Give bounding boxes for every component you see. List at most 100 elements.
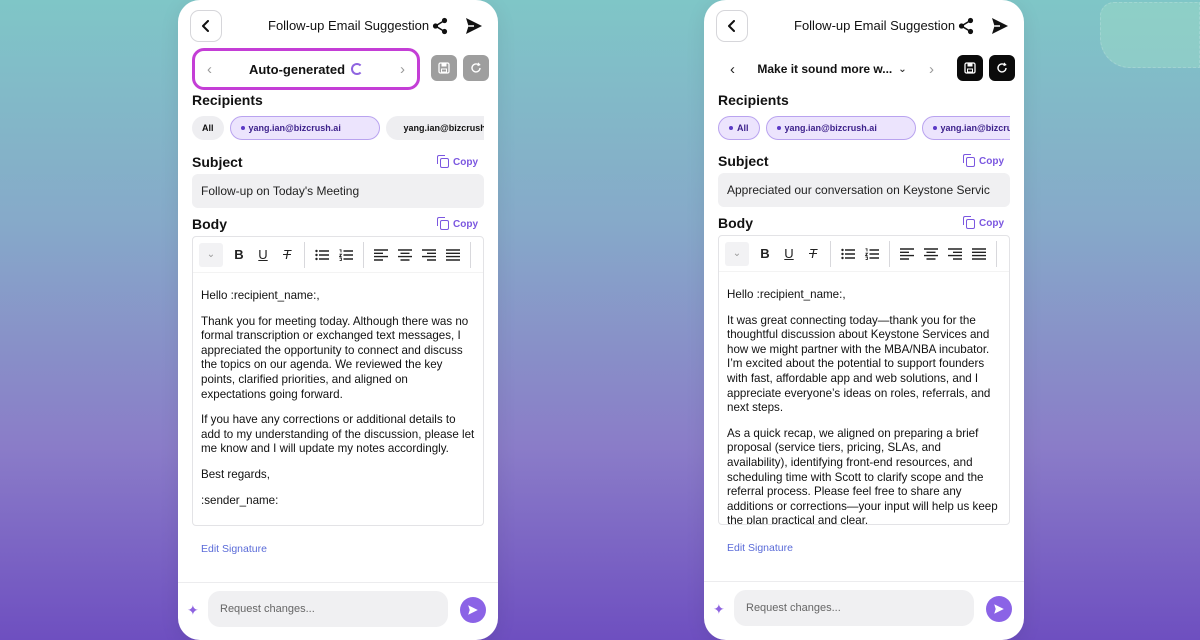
body-editor[interactable]: ⌄ B U T Hello :recipient_name:, It was g… bbox=[718, 235, 1010, 525]
body-title: Body bbox=[192, 216, 227, 232]
refresh-icon bbox=[471, 62, 481, 73]
subject-title: Subject bbox=[718, 153, 769, 169]
chevron-left-icon bbox=[728, 20, 735, 32]
underline-icon[interactable]: U bbox=[777, 242, 801, 266]
edit-signature-link[interactable]: Edit Signature bbox=[727, 542, 793, 554]
chevron-down-icon[interactable]: ⌄ bbox=[898, 64, 906, 75]
copy-subject-button[interactable]: Copy bbox=[963, 153, 1004, 167]
chevron-left-icon bbox=[202, 20, 209, 32]
bold-icon[interactable]: B bbox=[227, 243, 251, 267]
bullet-list-icon[interactable] bbox=[310, 243, 334, 267]
request-changes-input[interactable]: Request changes... bbox=[208, 591, 448, 627]
spinner-icon bbox=[351, 63, 364, 75]
copy-icon bbox=[963, 215, 975, 229]
recipient-chip-all[interactable]: All bbox=[718, 116, 760, 140]
body-title: Body bbox=[718, 215, 753, 231]
copy-body-button[interactable]: Copy bbox=[437, 216, 478, 230]
copy-icon bbox=[437, 216, 449, 230]
chevron-right-icon[interactable]: › bbox=[400, 61, 405, 78]
format-toolbar: ⌄ B U T bbox=[719, 236, 1009, 272]
recipient-chip[interactable]: yang.ian@bizcrush.ai bbox=[229, 116, 380, 140]
header: Follow-up Email Suggestion bbox=[704, 0, 1024, 52]
align-left-icon[interactable] bbox=[895, 242, 919, 266]
copy-icon bbox=[437, 154, 449, 168]
sparkle-icon: ✦ bbox=[713, 601, 725, 617]
clear-format-icon[interactable]: T bbox=[801, 242, 825, 266]
page-title: Follow-up Email Suggestion bbox=[268, 18, 430, 33]
body-content[interactable]: Hello :recipient_name:, Thank you for me… bbox=[193, 273, 483, 525]
recipients-title: Recipients bbox=[192, 92, 263, 108]
body-paragraph: It was great connecting today—thank you … bbox=[727, 313, 991, 415]
format-toolbar: ⌄ B U T bbox=[193, 237, 483, 273]
send-request-button[interactable] bbox=[986, 596, 1012, 622]
save-button[interactable] bbox=[957, 55, 983, 81]
clear-format-icon[interactable]: T bbox=[275, 243, 299, 267]
save-button[interactable] bbox=[431, 55, 457, 81]
body-paragraph: If you have any corrections or additiona… bbox=[201, 413, 475, 456]
send-icon[interactable] bbox=[464, 16, 484, 36]
suggestion-selector[interactable]: ‹ Make it sound more w... ⌄ › bbox=[718, 48, 946, 90]
send-request-button[interactable] bbox=[460, 597, 486, 623]
body-paragraph: Best regards, bbox=[201, 467, 270, 481]
recipient-chip[interactable]: yang.ian@bizcru bbox=[921, 116, 1010, 140]
send-icon bbox=[468, 605, 478, 615]
justify-icon[interactable] bbox=[967, 242, 991, 266]
phone-screen-revised: Follow-up Email Suggestion ‹ Make it sou… bbox=[704, 0, 1024, 640]
numbered-list-icon[interactable] bbox=[860, 242, 884, 266]
copy-icon bbox=[963, 153, 975, 167]
save-icon bbox=[964, 62, 976, 74]
phone-screen-auto-generated: Follow-up Email Suggestion ‹ Auto-genera… bbox=[178, 0, 498, 640]
recipient-chips: All yang.ian@bizcrush.ai yang.ian@bizcru bbox=[718, 116, 1010, 140]
body-paragraph: Hello :recipient_name:, bbox=[727, 288, 846, 301]
selector-label: Auto-generated bbox=[248, 61, 346, 77]
send-icon bbox=[994, 604, 1004, 614]
recipients-title: Recipients bbox=[718, 92, 789, 108]
recipient-chip-all[interactable]: All bbox=[192, 116, 224, 140]
subject-field[interactable]: Appreciated our conversation on Keystone… bbox=[718, 173, 1010, 207]
align-center-icon[interactable] bbox=[393, 243, 417, 267]
justify-icon[interactable] bbox=[441, 243, 465, 267]
share-icon[interactable] bbox=[958, 17, 974, 35]
suggestion-selector[interactable]: ‹ Auto-generated › bbox=[192, 48, 420, 90]
share-icon[interactable] bbox=[432, 17, 448, 35]
regenerate-button[interactable] bbox=[989, 55, 1015, 81]
chevron-left-icon[interactable]: ‹ bbox=[207, 61, 212, 78]
refresh-icon bbox=[997, 62, 1007, 73]
text-style-dropdown[interactable]: ⌄ bbox=[725, 241, 749, 266]
background-decoration bbox=[1100, 2, 1200, 68]
request-changes-input[interactable]: Request changes... bbox=[734, 590, 974, 626]
align-right-icon[interactable] bbox=[943, 242, 967, 266]
recipient-chip[interactable]: yang.ian@bizcrush bbox=[385, 116, 484, 140]
text-style-dropdown[interactable]: ⌄ bbox=[199, 242, 223, 267]
back-button[interactable] bbox=[716, 10, 748, 42]
send-icon[interactable] bbox=[990, 16, 1010, 36]
chevron-left-icon[interactable]: ‹ bbox=[730, 61, 735, 78]
save-icon bbox=[438, 62, 450, 74]
copy-subject-button[interactable]: Copy bbox=[437, 154, 478, 168]
regenerate-button[interactable] bbox=[463, 55, 489, 81]
body-editor[interactable]: ⌄ B U T Hello :recipient_name:, Thank yo… bbox=[192, 236, 484, 526]
subject-title: Subject bbox=[192, 154, 243, 170]
bullet-list-icon[interactable] bbox=[836, 242, 860, 266]
recipient-chips: All yang.ian@bizcrush.ai yang.ian@bizcru… bbox=[192, 116, 484, 140]
align-right-icon[interactable] bbox=[417, 243, 441, 267]
body-paragraph: As a quick recap, we aligned on preparin… bbox=[727, 426, 998, 524]
edit-signature-link[interactable]: Edit Signature bbox=[201, 543, 267, 555]
chevron-right-icon[interactable]: › bbox=[929, 61, 934, 78]
subject-field[interactable]: Follow-up on Today's Meeting bbox=[192, 174, 484, 208]
align-center-icon[interactable] bbox=[919, 242, 943, 266]
body-paragraph: :sender_name: bbox=[201, 493, 279, 507]
recipient-chip[interactable]: yang.ian@bizcrush.ai bbox=[765, 116, 916, 140]
copy-body-button[interactable]: Copy bbox=[963, 215, 1004, 229]
selector-label: Make it sound more w... bbox=[757, 62, 893, 76]
header: Follow-up Email Suggestion bbox=[178, 0, 498, 52]
underline-icon[interactable]: U bbox=[251, 243, 275, 267]
back-button[interactable] bbox=[190, 10, 222, 42]
numbered-list-icon[interactable] bbox=[334, 243, 358, 267]
body-paragraph: Hello :recipient_name:, bbox=[201, 289, 320, 302]
sparkle-icon: ✦ bbox=[187, 602, 199, 618]
bold-icon[interactable]: B bbox=[753, 242, 777, 266]
align-left-icon[interactable] bbox=[369, 243, 393, 267]
body-paragraph: Thank you for meeting today. Although th… bbox=[201, 314, 469, 401]
body-content[interactable]: Hello :recipient_name:, It was great con… bbox=[719, 272, 1009, 524]
